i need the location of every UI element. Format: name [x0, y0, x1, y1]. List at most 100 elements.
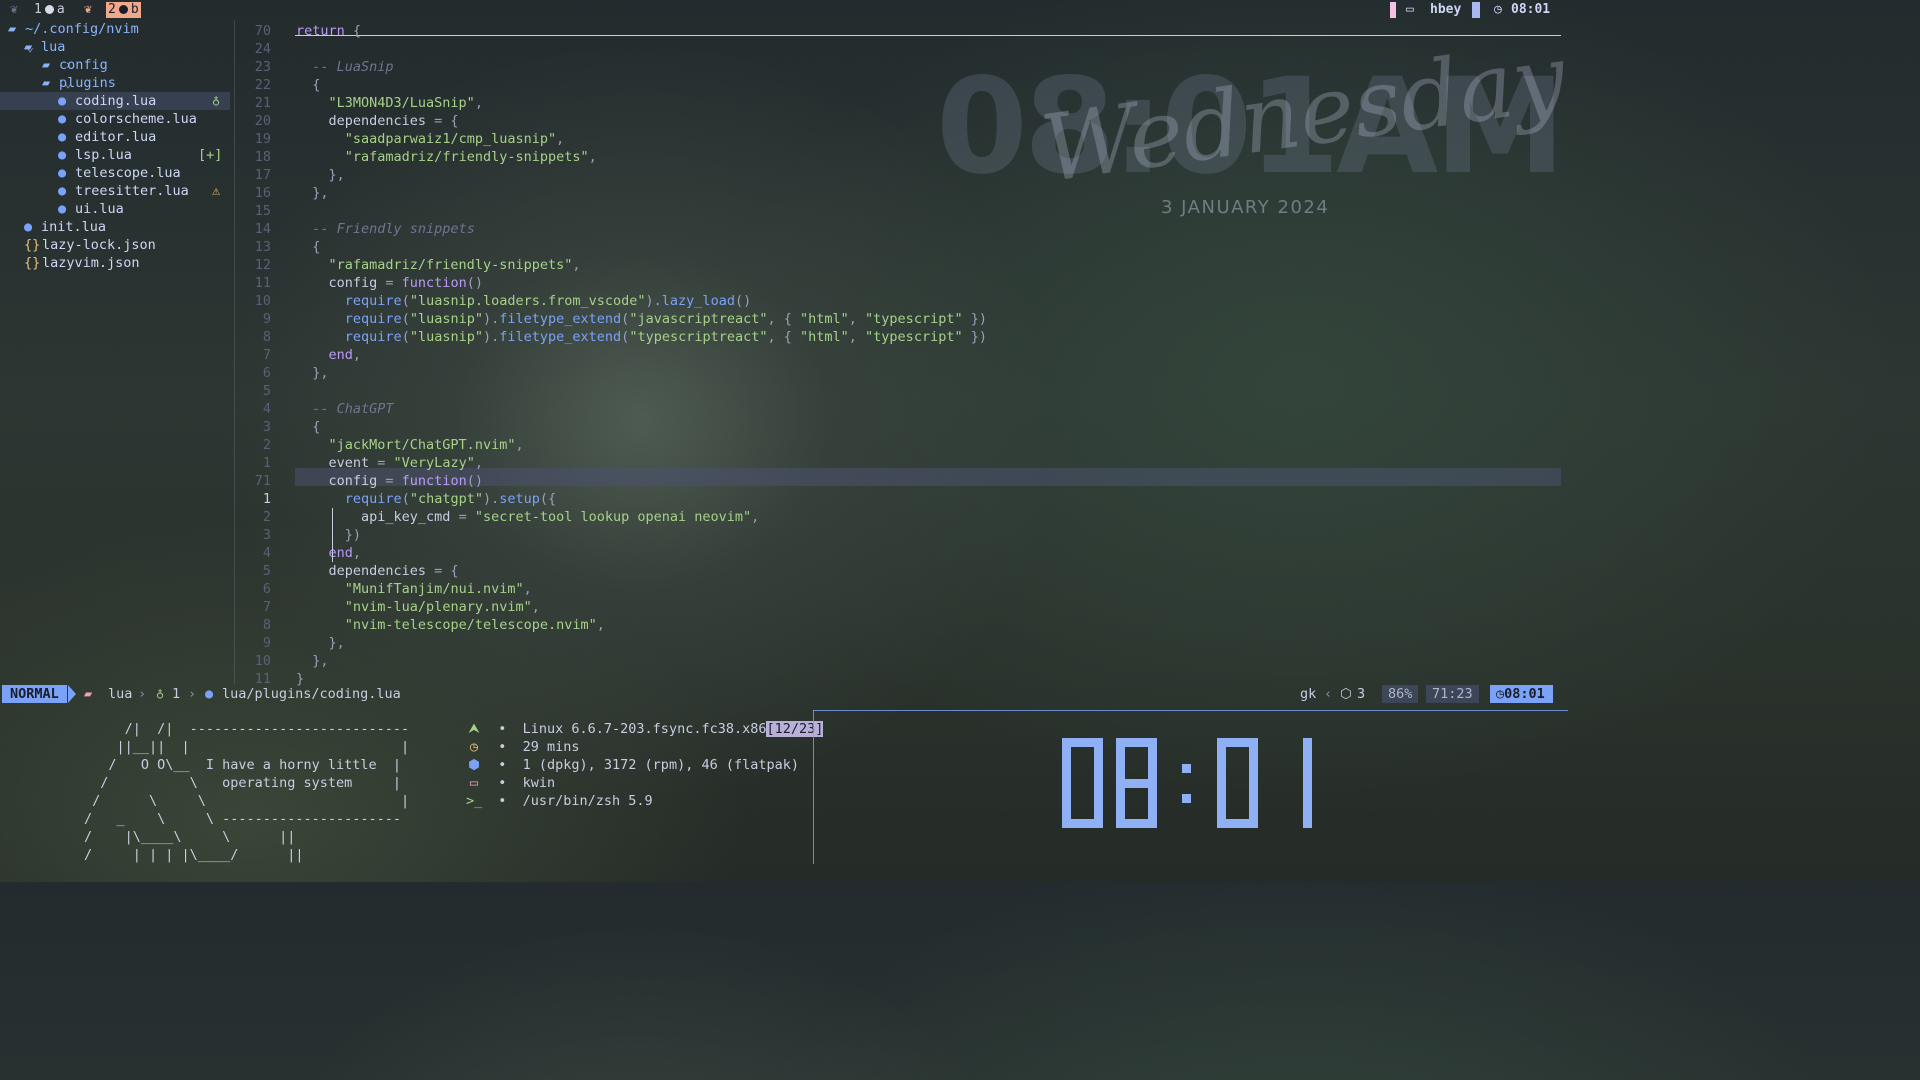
line-number: 16	[254, 185, 271, 201]
arch-icon: ⮝	[468, 721, 480, 737]
code-line[interactable]: "saadparwaiz1/cmp_luasnip",	[296, 130, 564, 148]
code-token: config	[296, 473, 386, 489]
code-token: require	[344, 329, 402, 345]
code-editor[interactable]: 70 return {24 23 -- LuaSnip 22 {21 "L3MON4D…	[235, 20, 1568, 687]
code-line[interactable]: "rafamadriz/friendly-snippets",	[296, 256, 581, 274]
code-line[interactable]: },	[296, 634, 345, 652]
line-number: 71	[254, 473, 271, 489]
tree-row[interactable]: ▰ ~/.config/nvim	[0, 20, 230, 38]
folder-icon: ▰	[42, 57, 51, 73]
tree-row[interactable]: ● init.lua	[0, 218, 230, 236]
code-line[interactable]: config = function()	[296, 274, 483, 292]
code-token: (	[401, 329, 410, 345]
line-number: 6	[262, 581, 271, 597]
tree-row[interactable]: ⌄ ▰ plugins	[0, 74, 230, 92]
code-line[interactable]: "MunifTanjim/nui.nvim",	[296, 580, 532, 598]
code-line[interactable]: })	[296, 526, 361, 544]
code-token: ,	[474, 455, 483, 471]
code-line[interactable]: },	[296, 652, 329, 670]
package-icon: ⬡	[1340, 686, 1352, 702]
code-token: config	[296, 275, 386, 291]
line-number: 3	[262, 419, 271, 435]
tree-row[interactable]: ⌄ ▰ lua	[0, 38, 230, 56]
code-line[interactable]: "L3MON4D3/LuaSnip",	[296, 94, 483, 112]
tree-row[interactable]: ● editor.lua	[0, 128, 230, 146]
code-line[interactable]: event = "VeryLazy",	[296, 454, 483, 472]
uptime-icon: ◷	[469, 739, 479, 755]
code-line[interactable]: dependencies = {	[296, 112, 459, 130]
code-token: "luasnip"	[409, 311, 483, 327]
code-line[interactable]: api_key_cmd = "secret-tool lookup openai…	[296, 508, 759, 526]
code-token: ()	[734, 293, 752, 309]
workspace-2[interactable]: 2b	[106, 2, 141, 18]
ascii-art-line: / | | | |\____/ ||	[84, 847, 304, 863]
code-line[interactable]: },	[296, 166, 345, 184]
code-line[interactable]: -- ChatGPT	[296, 400, 393, 418]
code-line[interactable]: {	[296, 238, 320, 256]
code-token: },	[296, 653, 329, 669]
terminal-pane[interactable]: /| /| --------------------------- ||__||…	[0, 710, 1568, 882]
code-token: ,	[596, 617, 605, 633]
code-token: =	[385, 473, 402, 489]
chevron-right-icon: ›	[188, 686, 197, 702]
tree-row[interactable]: ● coding.lua ♁	[0, 92, 230, 110]
tree-row[interactable]: › ▰ config	[0, 56, 230, 74]
lua-file-icon: ●	[58, 147, 67, 163]
tree-row[interactable]: ● telescope.lua	[0, 164, 230, 182]
code-line[interactable]: {	[296, 418, 320, 436]
tree-row[interactable]: {} lazy-lock.json	[0, 236, 230, 254]
fetch-text: kwin	[522, 775, 556, 791]
statusline-path[interactable]: lua/plugins/coding.lua	[222, 684, 401, 704]
code-token: ,	[352, 545, 362, 561]
clock-digit-segment	[1217, 738, 1226, 783]
top-clock: 08:01	[1511, 2, 1551, 17]
tree-row[interactable]: ● lsp.lua [+]	[0, 146, 230, 164]
code-line[interactable]: require("luasnip").filetype_extend("java…	[296, 310, 987, 328]
code-line[interactable]: "nvim-telescope/telescope.nvim",	[296, 616, 605, 634]
clock-digit-segment	[1116, 783, 1125, 828]
code-line[interactable]: end,	[296, 346, 362, 364]
code-line[interactable]: "rafamadriz/friendly-snippets",	[296, 148, 597, 166]
line-number: 17	[254, 167, 271, 183]
tree-row[interactable]: ● colorscheme.lua	[0, 110, 230, 128]
line-number: 7	[262, 599, 271, 615]
code-token: "L3MON4D3/LuaSnip"	[328, 95, 475, 111]
code-line[interactable]: },	[296, 184, 329, 202]
tree-row[interactable]: {} lazyvim.json	[0, 254, 230, 272]
workspace-1[interactable]: 1a	[32, 2, 67, 18]
code-token: filetype_extend	[499, 329, 622, 345]
code-line[interactable]: },	[296, 364, 328, 382]
modified-badge: [+]	[198, 147, 223, 163]
tree-item-label: colorscheme.lua	[75, 111, 197, 127]
code-token: })	[962, 311, 987, 327]
code-line[interactable]: return {	[296, 22, 361, 40]
code-line[interactable]: -- Friendly snippets	[296, 220, 475, 238]
file-explorer: ▰ ~/.config/nvim ⌄ ▰ lua › ▰ config ⌄ ▰ plugins ● co…	[0, 20, 234, 684]
code-line[interactable]: require("chatgpt").setup({	[296, 490, 556, 508]
code-line[interactable]: dependencies = {	[296, 562, 459, 580]
code-line[interactable]: require("luasnip").filetype_extend("type…	[296, 328, 987, 346]
tree-row[interactable]: ● treesitter.lua ⚠	[0, 182, 230, 200]
code-line[interactable]: require("luasnip.loaders.from_vscode").l…	[296, 292, 751, 310]
code-line[interactable]: config = function()	[296, 472, 483, 490]
tree-row[interactable]: ● ui.lua	[0, 200, 230, 218]
code-line[interactable]: "jackMort/ChatGPT.nvim",	[296, 436, 524, 454]
code-token: ,	[848, 329, 866, 345]
scroll-indicator: [12/23]	[766, 721, 824, 737]
fetch-text: /usr/bin/zsh 5.9	[522, 793, 653, 809]
tree-item-label: plugins	[59, 75, 116, 91]
line-number: 10	[254, 653, 271, 669]
code-line[interactable]: "nvim-lua/plenary.nvim",	[296, 598, 540, 616]
code-token: },	[296, 185, 329, 201]
code-line[interactable]: end,	[296, 544, 362, 562]
code-line[interactable]: -- LuaSnip	[296, 58, 394, 76]
code-token: },	[296, 635, 345, 651]
package-icon: ⬢	[468, 757, 480, 773]
line-number: 1	[262, 491, 271, 507]
code-token: -- LuaSnip	[312, 59, 394, 75]
code-line[interactable]: {	[296, 76, 320, 94]
clock-digit-segment	[1217, 783, 1226, 828]
code-token: "luasnip"	[409, 329, 483, 345]
fetch-row: ▭ • kwin	[466, 774, 555, 792]
json-file-icon: {}	[24, 255, 41, 271]
